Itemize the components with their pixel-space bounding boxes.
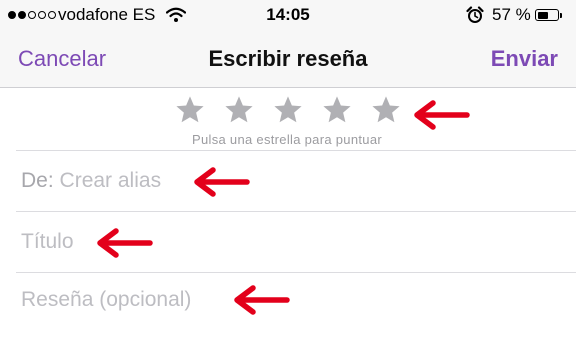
title-row[interactable] (0, 212, 576, 272)
battery-cap (560, 13, 562, 18)
author-field-wrap: De: (21, 169, 210, 193)
rating-hint: Pulsa una estrella para puntuar (0, 132, 576, 147)
rating-hint-text: Pulsa una estrella para puntuar (192, 132, 382, 147)
author-row[interactable]: De: (0, 151, 576, 211)
battery-level (537, 11, 549, 19)
annotation-arrow-icon (414, 100, 470, 130)
battery-percent: 57 % (492, 5, 531, 24)
annotation-arrow-icon (234, 285, 290, 315)
star-icon[interactable] (321, 94, 353, 126)
alarm-icon (466, 6, 484, 29)
rating-stars (174, 94, 402, 126)
star-icon[interactable] (272, 94, 304, 126)
author-label: De: (21, 169, 54, 192)
status-time: 14:05 (266, 5, 310, 24)
star-icon[interactable] (223, 94, 255, 126)
page-title: Escribir reseña (208, 46, 368, 71)
annotation-arrow-icon (194, 167, 250, 197)
annotation-arrow-icon (97, 228, 153, 258)
battery-icon (535, 9, 559, 21)
star-icon[interactable] (370, 94, 402, 126)
star-icon[interactable] (174, 94, 206, 126)
alias-input[interactable] (59, 169, 210, 193)
navigation-bar: Cancelar Escribir reseña Enviar (0, 30, 576, 88)
star-rating: Pulsa una estrella para puntuar (0, 88, 576, 150)
send-button[interactable]: Enviar (491, 46, 558, 72)
status-bar: vodafone ES 14:05 57 % (0, 0, 576, 30)
